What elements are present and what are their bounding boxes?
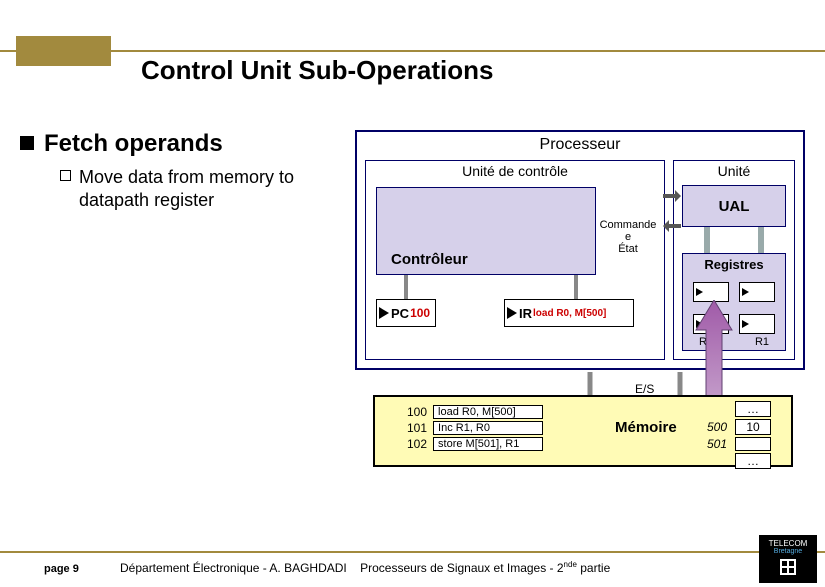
command-state-label: CommandeeÉtat: [596, 219, 660, 255]
memory-label: Mémoire: [615, 419, 677, 436]
data-addr: 501: [707, 437, 733, 451]
content-bullets: Fetch operands Move data from memory to …: [20, 130, 340, 213]
reg-r1: [739, 314, 775, 334]
arrow-icon: [742, 320, 749, 328]
reg-slot: [693, 282, 729, 302]
data-val: …: [735, 401, 771, 417]
registers-title: Registres: [683, 254, 785, 272]
data-val: 10: [735, 419, 771, 435]
code-addr: 102: [407, 437, 431, 451]
arrow-icon: [379, 307, 389, 319]
data-memory: …50010501…: [705, 399, 773, 471]
alu-box: UAL: [682, 185, 786, 227]
alu-connector: [758, 227, 764, 253]
data-addr: 500: [707, 419, 733, 435]
bullet-sub: Move data from memory to datapath regist…: [79, 166, 340, 213]
r1-label: R1: [755, 336, 769, 348]
processor-box: Processeur Unité de contrôle Contrôleur …: [355, 130, 805, 370]
telecom-logo: TELECOM Bretagne: [759, 535, 817, 583]
control-unit-box: Unité de contrôle Contrôleur CommandeeÉt…: [365, 160, 665, 360]
pc-register: PC 100: [376, 299, 436, 327]
page-number: page 9: [44, 563, 79, 575]
header-rule: [0, 50, 825, 52]
exec-unit-title: Unité: [674, 163, 794, 179]
arrow-icon: [507, 307, 517, 319]
arrow-icon: [742, 288, 749, 296]
alu-connector: [704, 227, 710, 253]
page-title: Control Unit Sub-Operations: [141, 55, 493, 86]
memory-box: 100load R0, M[500]101Inc R1, R0102store …: [373, 395, 793, 467]
data-addr: [707, 401, 733, 417]
org-logo: [16, 36, 111, 66]
arrow-icon: [696, 288, 703, 296]
cmd-arrows: [663, 182, 681, 252]
data-val: [735, 437, 771, 451]
data-val: …: [735, 453, 771, 469]
code-instr: Inc R1, R0: [433, 421, 543, 435]
uc-connector: [376, 275, 656, 299]
code-memory: 100load R0, M[500]101Inc R1, R0102store …: [405, 403, 545, 453]
ir-value: load R0, M[500]: [533, 308, 606, 319]
code-instr: store M[501], R1: [433, 437, 543, 451]
controller-label: Contrôleur: [391, 251, 468, 268]
pc-label: PC: [391, 306, 409, 321]
footer-text: Département Électronique - A. BAGHDADI P…: [120, 560, 610, 575]
controller-box: Contrôleur: [376, 187, 596, 275]
bullet-icon: [20, 136, 34, 150]
footer-rule: [0, 551, 825, 553]
io-connector: [580, 372, 690, 396]
bullet-main: Fetch operands: [44, 130, 223, 158]
sub-bullet-icon: [60, 170, 71, 181]
processor-title: Processeur: [357, 136, 803, 154]
ir-label: IR: [519, 306, 532, 321]
code-addr: 100: [407, 405, 431, 419]
data-addr: [707, 453, 733, 469]
pc-value: 100: [410, 306, 430, 320]
code-instr: load R0, M[500]: [433, 405, 543, 419]
ir-register: IR load R0, M[500]: [504, 299, 634, 327]
code-addr: 101: [407, 421, 431, 435]
exec-unit-box: Unité UAL Registres R0 R1: [673, 160, 795, 360]
reg-slot: [739, 282, 775, 302]
control-unit-title: Unité de contrôle: [366, 163, 664, 179]
